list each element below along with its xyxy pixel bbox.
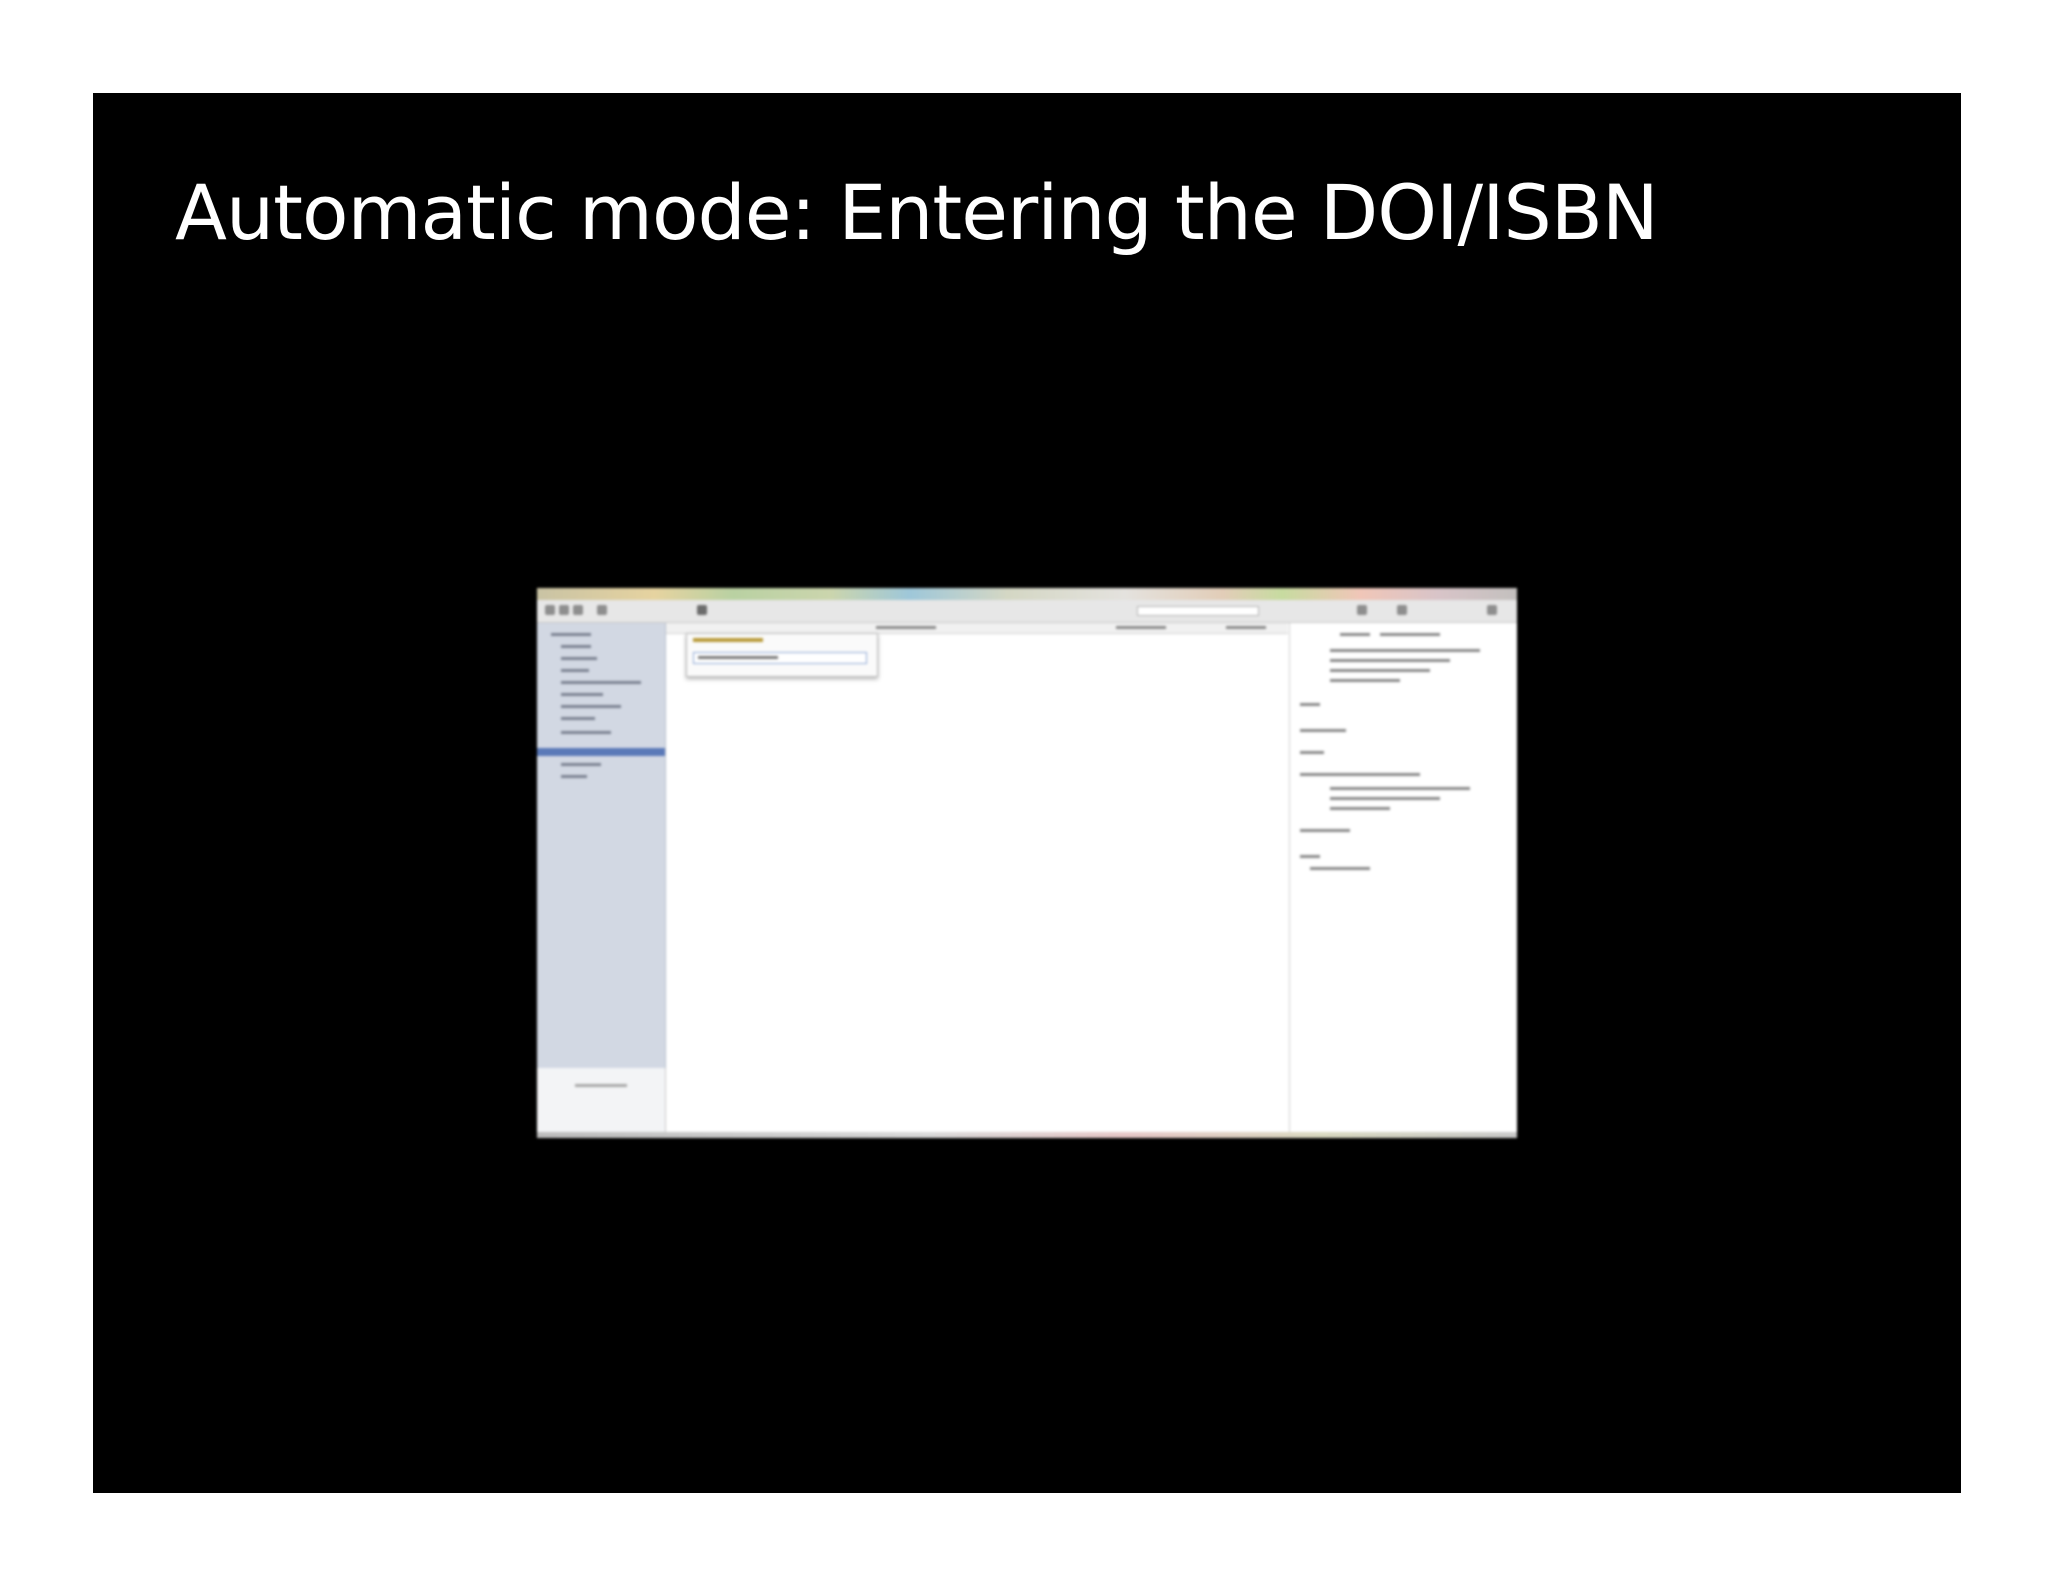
detail-field-label bbox=[1300, 855, 1320, 858]
detail-tab bbox=[1340, 633, 1370, 636]
sidebar-item bbox=[551, 633, 591, 636]
detail-field bbox=[1330, 807, 1390, 810]
column-header bbox=[876, 626, 936, 629]
lookup-magic-wand-icon bbox=[697, 605, 707, 615]
sidebar-item bbox=[561, 775, 587, 778]
detail-field bbox=[1330, 679, 1400, 682]
tag-selector-label bbox=[575, 1084, 627, 1087]
detail-field bbox=[1330, 649, 1480, 652]
slide-title: Automatic mode: Entering the DOI/ISBN bbox=[175, 168, 1659, 257]
column-header bbox=[1116, 626, 1166, 629]
toolbar-button-icon bbox=[1487, 605, 1497, 615]
toolbar-search-field bbox=[1137, 606, 1259, 616]
sidebar-item bbox=[561, 693, 603, 696]
sidebar-item bbox=[561, 669, 589, 672]
toolbar-button-icon bbox=[1397, 605, 1407, 615]
detail-field bbox=[1330, 669, 1430, 672]
detail-field bbox=[1330, 797, 1440, 800]
detail-field-label bbox=[1300, 751, 1324, 754]
app-toolbar bbox=[537, 600, 1517, 623]
detail-field-label bbox=[1300, 729, 1330, 732]
sidebar-tag-selector bbox=[537, 1068, 666, 1138]
app-collections-sidebar bbox=[537, 623, 666, 1103]
detail-field bbox=[1330, 787, 1470, 790]
toolbar-button-icon bbox=[545, 605, 555, 615]
sidebar-item bbox=[561, 705, 621, 708]
detail-field bbox=[1330, 729, 1346, 732]
app-item-detail-pane bbox=[1289, 623, 1517, 1138]
identifier-input-text bbox=[698, 656, 778, 659]
sidebar-selected-item bbox=[537, 748, 665, 756]
sidebar-item bbox=[561, 645, 591, 648]
sidebar-item bbox=[561, 763, 601, 766]
sidebar-item bbox=[561, 717, 595, 720]
detail-field-label bbox=[1300, 829, 1330, 832]
app-bottom-edge bbox=[537, 1132, 1517, 1138]
toolbar-button-icon bbox=[1357, 605, 1367, 615]
app-screenshot bbox=[537, 588, 1517, 1138]
toolbar-button-icon bbox=[559, 605, 569, 615]
detail-field-label bbox=[1300, 703, 1320, 706]
detail-field bbox=[1330, 829, 1350, 832]
column-header bbox=[1226, 626, 1266, 629]
identifier-input bbox=[693, 652, 867, 664]
slide: Automatic mode: Entering the DOI/ISBN bbox=[93, 93, 1961, 1493]
detail-field-label bbox=[1300, 773, 1330, 776]
detail-field bbox=[1330, 773, 1420, 776]
app-window-titlebar bbox=[537, 588, 1517, 600]
toolbar-button-icon bbox=[597, 605, 607, 615]
app-items-list bbox=[666, 623, 1288, 1138]
sidebar-item bbox=[561, 731, 611, 734]
lookup-popup-label bbox=[693, 638, 763, 642]
detail-field bbox=[1330, 659, 1450, 662]
toolbar-button-icon bbox=[573, 605, 583, 615]
sidebar-item bbox=[561, 657, 597, 660]
detail-tab bbox=[1380, 633, 1440, 636]
identifier-lookup-popup bbox=[686, 633, 878, 677]
detail-field bbox=[1310, 867, 1370, 870]
sidebar-item bbox=[561, 681, 641, 684]
